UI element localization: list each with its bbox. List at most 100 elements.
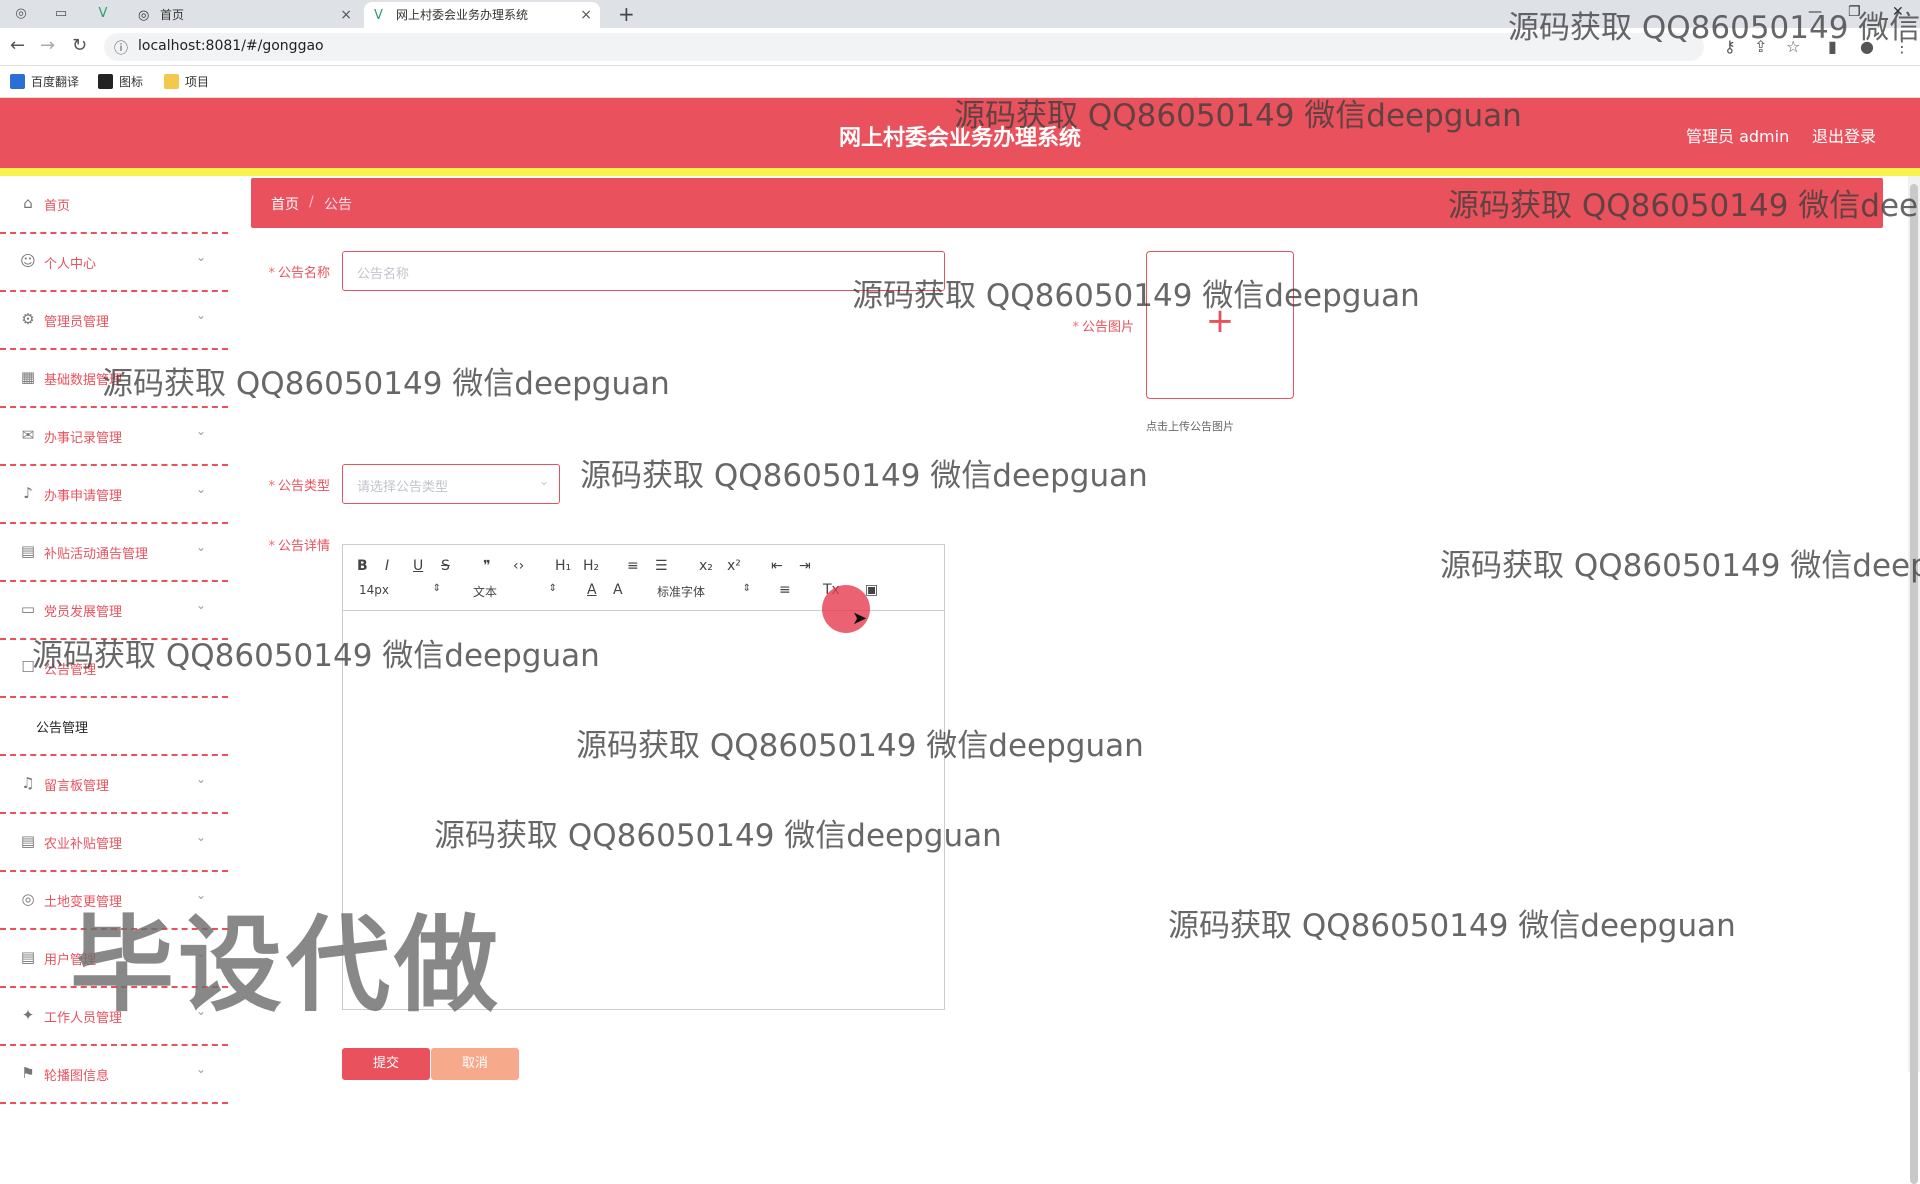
chevron-down-icon: ⌄ [195,308,206,322]
bold-icon[interactable]: B [357,557,368,575]
sidebar-item[interactable]: ▤ 农业补贴管理 ⌄ [0,814,228,872]
select-value: 14px [359,583,389,597]
upload-hint: 点击上传公告图片 [1146,420,1234,433]
image-icon[interactable]: ▣ [865,581,878,599]
superscript-icon[interactable]: x² [727,557,741,575]
h1-icon[interactable]: H₁ [555,557,571,575]
bullet-list-icon[interactable]: ☰ [655,557,668,575]
sidebar-item-label: 办事记录管理 [44,431,123,446]
tab-home[interactable]: ◎ 首页 × [128,2,360,28]
new-tab-button[interactable]: + [618,2,635,26]
font-color-icon[interactable]: A [587,581,597,599]
bookmark-item[interactable]: 百度翻译 [10,73,79,90]
updown-icon: ⇕ [432,583,441,594]
bookmark-label: 项目 [185,75,210,89]
subscript-icon[interactable]: x₂ [699,557,713,575]
breadcrumb-separator: / [309,194,314,210]
sidebar-item-label: 留言板管理 [44,779,110,794]
close-icon[interactable]: × [340,2,352,28]
watermark: 源码获取 QQ86050149 微信deepguan [580,458,1148,494]
notice-name-label: * 公告名称 [250,262,330,281]
chevron-down-icon: ⌄ [195,598,206,612]
forward-icon[interactable]: → [40,36,55,56]
cancel-button[interactable]: 取消 [431,1048,519,1080]
watermark: 源码获取 QQ86050149 微信deepguan [576,728,1144,764]
url-field[interactable]: ⓘ localhost:8081/#/gonggao [104,33,1704,61]
sidebar-item[interactable]: ⚙ 管理员管理 ⌄ [0,292,228,350]
sidebar-item[interactable]: ⌂ 首页 [0,176,228,234]
required-mark: * [268,539,275,554]
format-select[interactable]: 文本 ⇕ [473,583,557,600]
target-icon: ◎ [21,890,35,908]
tab-app[interactable]: V 网上村委会业务办理系统 × [364,2,600,28]
ordered-list-icon[interactable]: ≡ [627,557,639,575]
notice-type-label: * 公告类型 [250,475,330,494]
chevron-down-icon: ⌄ [195,772,206,786]
header-accent-strip [0,168,1920,176]
bell-icon: ♫ [21,774,35,792]
grid-icon: ▦ [20,368,36,386]
sidebar-item[interactable]: ☺ 个人中心 ⌄ [0,234,228,292]
outdent-icon[interactable]: ⇤ [771,557,783,575]
page-scrollbar[interactable] [1908,176,1920,1184]
font-family-select[interactable]: 标准字体 ⇕ [657,583,751,600]
vue-icon[interactable]: V [92,4,114,24]
submit-button[interactable]: 提交 [342,1048,430,1080]
reload-icon[interactable]: ↻ [72,36,87,56]
watermark: 源码获取 QQ86050149 微信deepguan [954,98,1522,134]
italic-icon[interactable]: I [385,557,389,575]
sidebar-subitem-notice[interactable]: 公告管理 [0,698,228,756]
sidebar-item[interactable]: ♪ 办事申请管理 ⌄ [0,466,228,524]
sidebar-item[interactable]: ⚑ 轮播图信息 ⌄ [0,1046,228,1104]
watermark: 源码获取 QQ86050149 微信deepguan [852,278,1420,314]
sidebar-item[interactable]: ♫ 留言板管理 ⌄ [0,756,228,814]
logout-link[interactable]: 退出登录 [1812,123,1876,147]
h2-icon[interactable]: H₂ [583,557,599,575]
sidebar-item-label: 首页 [44,199,71,214]
updown-icon: ⇕ [548,583,557,594]
watermark: 源码获取 QQ86050149 微信deepguan [102,366,670,402]
info-icon[interactable]: ⓘ [114,38,128,58]
underline-icon[interactable]: U [413,557,423,575]
back-icon[interactable]: ← [10,36,25,56]
notice-detail-label: * 公告详情 [250,535,330,554]
globe-icon[interactable]: ◎ [10,4,32,24]
sidebar-item-label: 农业补贴管理 [44,837,123,852]
notice-type-select[interactable]: 请选择公告类型 ⌄ [342,464,560,504]
clipboard-icon: ▤ [20,948,36,966]
indent-icon[interactable]: ⇥ [799,557,811,575]
admin-icon: ⚙ [21,310,35,328]
breadcrumb-home[interactable]: 首页 [271,194,299,214]
strike-icon[interactable]: S [441,557,450,575]
sidebar-item-label: 轮播图信息 [44,1069,110,1084]
placeholder: 公告名称 [357,267,410,282]
watermark: 源码获取 QQ86050149 微信deepguan [1168,908,1736,944]
label-text: 公告详情 [277,539,330,554]
watermark: 源码获取 QQ86050149 微信deepguan [32,638,600,674]
blank-tab-icon[interactable]: ▭ [50,4,72,24]
font-size-select[interactable]: 14px ⇕ [359,583,441,597]
breadcrumb-current: 公告 [324,197,352,213]
bookmark-item[interactable]: 项目 [164,73,209,90]
updown-icon: ⇕ [742,583,751,594]
current-user: 管理员 admin [1686,127,1790,146]
chevron-down-icon: ⌄ [195,482,206,496]
mail-icon: ✉ [21,426,35,444]
code-icon[interactable]: ‹› [513,557,524,575]
stamp-watermark: 毕设代做 [70,904,503,1026]
scrollbar-thumb[interactable] [1910,184,1918,1184]
notice-image-label: * 公告图片 [1052,316,1134,335]
watermark: 源码获取 QQ86050149 微信deepguan [1440,548,1920,584]
bg-color-icon[interactable]: A [613,581,623,599]
sidebar-item[interactable]: ▤ 补贴活动通告管理 ⌄ [0,524,228,582]
monitor-icon: ▭ [20,600,36,618]
bookmark-item[interactable]: 图标 [98,73,143,90]
tab-title: 首页 [160,8,185,22]
close-icon[interactable]: × [580,2,592,28]
bookmark-label: 图标 [119,75,144,89]
quote-icon[interactable]: ❞ [483,557,491,575]
sidebar-item[interactable]: ✉ 办事记录管理 ⌄ [0,408,228,466]
label-text: 公告类型 [277,479,330,494]
sidebar-item-label: 管理员管理 [44,315,110,330]
align-icon[interactable]: ≡ [779,581,791,599]
